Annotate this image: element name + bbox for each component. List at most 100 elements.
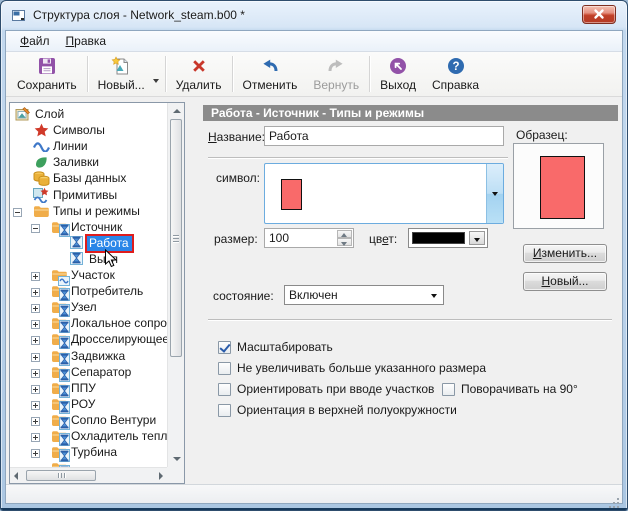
tree-item-Узел[interactable]: Узел <box>11 299 167 315</box>
color-label: цвет: <box>369 232 397 246</box>
chevron-down-icon[interactable] <box>153 79 159 83</box>
tree-item-label[interactable]: Сепаратор <box>69 365 134 380</box>
expand-plus-icon[interactable] <box>31 399 40 408</box>
checkbox-label: Не увеличивать больше указанного размера <box>237 361 486 375</box>
tree-item-Задвижка[interactable]: Задвижка <box>11 348 167 364</box>
tree-item-Базы данных[interactable]: Базы данных <box>11 170 167 186</box>
symbol-dropdown[interactable] <box>264 163 504 224</box>
expand-plus-icon[interactable] <box>31 383 40 392</box>
tree-item-label[interactable]: Слой <box>33 107 67 122</box>
resize-grip-icon[interactable] <box>608 489 620 501</box>
scroll-up-icon[interactable] <box>173 109 181 113</box>
checkbox[interactable] <box>218 404 231 417</box>
tree-item-label[interactable]: Охладитель тепл <box>69 429 167 444</box>
tree-item-label[interactable]: Линии <box>51 139 91 154</box>
tree-item-ППУ[interactable]: ППУ <box>11 380 167 396</box>
expand-plus-icon[interactable] <box>31 270 40 279</box>
tree-item-Потребитель[interactable]: Потребитель <box>11 283 167 299</box>
tree-item-РОУ[interactable]: РОУ <box>11 396 167 412</box>
edit-button[interactable]: Изменить... <box>523 244 607 263</box>
layer-tree[interactable]: СлойСимволыЛинииЗаливкиБазы данных Примит… <box>9 102 185 484</box>
tree-item-Выкл[interactable]: Выкл <box>11 251 167 267</box>
horizontal-scroll-thumb[interactable] <box>26 470 96 481</box>
tree-item-label[interactable]: Источник <box>69 220 125 235</box>
checkbox[interactable] <box>442 383 455 396</box>
menu-edit[interactable]: Правка <box>58 32 115 50</box>
folder-hourglass-icon <box>51 219 68 235</box>
color-dropdown[interactable] <box>408 228 488 248</box>
tree-item-label[interactable]: Сопло Вентури <box>69 413 159 428</box>
checkbox[interactable] <box>218 383 231 396</box>
tree-item-label[interactable]: Задвижка <box>69 349 128 364</box>
toolbar-delete-button[interactable]: Удалить <box>168 54 230 94</box>
separator <box>208 157 508 158</box>
tree-item-label[interactable]: Типы и режимы <box>51 204 143 219</box>
expand-plus-icon[interactable] <box>31 447 40 456</box>
tree-item-label[interactable]: Турбина <box>69 445 120 460</box>
toolbar-undo-button[interactable]: Отменить <box>235 54 306 94</box>
expand-plus-icon[interactable] <box>31 351 40 360</box>
tree-item-Участок[interactable]: Участок <box>11 267 167 283</box>
tree-item-Источник[interactable]: Источник <box>11 219 167 235</box>
tree-item-Символы[interactable]: Символы <box>11 122 167 138</box>
state-dropdown[interactable]: Включен <box>284 285 444 305</box>
tree-item-Дросселирующее[interactable]: Дросселирующее <box>11 331 167 347</box>
tree-item-label[interactable]: Узел <box>69 300 100 315</box>
vertical-scrollbar[interactable] <box>167 103 184 467</box>
toolbar-save-button[interactable]: Сохранить <box>9 54 85 94</box>
scroll-down-icon[interactable] <box>173 457 181 461</box>
tree-item-Локальное сопро[interactable]: Локальное сопро <box>11 315 167 331</box>
expand-plus-icon[interactable] <box>31 286 40 295</box>
new-button[interactable]: Новый... <box>523 272 607 291</box>
expand-plus-icon[interactable] <box>31 367 40 376</box>
primitives-icon <box>33 187 50 203</box>
title-bar[interactable]: Структура слоя - Network_steam.b00 * <box>1 1 627 30</box>
tree-item-Заливки[interactable]: Заливки <box>11 154 167 170</box>
horizontal-scrollbar[interactable] <box>10 467 167 483</box>
tree-item-label[interactable]: ППУ <box>69 381 99 396</box>
tree-item-Линии[interactable]: Линии <box>11 138 167 154</box>
menu-file[interactable]: Файл <box>12 32 58 50</box>
tree-item-label[interactable]: Символы <box>51 123 108 138</box>
size-stepper[interactable] <box>337 230 352 246</box>
expand-plus-icon[interactable] <box>31 431 40 440</box>
tree-item-Слой[interactable]: Слой <box>11 106 167 122</box>
checkbox[interactable] <box>218 341 231 354</box>
vertical-scroll-thumb[interactable] <box>170 119 182 357</box>
tree-item-Типы и режимы[interactable]: Типы и режимы <box>11 203 167 219</box>
scroll-right-icon[interactable] <box>159 472 163 480</box>
tree-item-label[interactable]: Примитивы <box>51 188 120 203</box>
chevron-down-icon[interactable] <box>469 231 485 245</box>
spin-down-icon[interactable] <box>337 238 352 246</box>
toolbar-new-button[interactable]: Новый... <box>90 54 153 94</box>
tree-item-label[interactable]: РОУ <box>69 397 98 412</box>
expand-minus-icon[interactable] <box>31 222 40 231</box>
tree-item-label[interactable]: Заливки <box>51 155 102 170</box>
toolbar-help-button[interactable]: ?Справка <box>424 54 487 94</box>
checkbox[interactable] <box>218 362 231 375</box>
spin-up-icon[interactable] <box>337 230 352 238</box>
tree-item-Работа[interactable]: Работа <box>11 235 167 251</box>
tree-item-Турбина[interactable]: Турбина <box>11 444 167 460</box>
tree-item-Примитивы[interactable]: Примитивы <box>11 187 167 203</box>
tree-item-label[interactable]: Базы данных <box>51 171 129 186</box>
tree-item-partial[interactable] <box>11 460 167 467</box>
close-button[interactable] <box>582 5 616 24</box>
scroll-left-icon[interactable] <box>14 472 18 480</box>
toolbar-exit-button[interactable]: Выход <box>372 54 424 94</box>
expand-plus-icon[interactable] <box>31 318 40 327</box>
tree-item-label[interactable]: Участок <box>69 268 118 283</box>
name-input[interactable]: Работа <box>264 126 504 146</box>
tree-item-label[interactable]: Дросселирующее <box>69 332 167 347</box>
tree-item-Сопло Вентури[interactable]: Сопло Вентури <box>11 412 167 428</box>
expand-plus-icon[interactable] <box>31 415 40 424</box>
expand-plus-icon[interactable] <box>31 302 40 311</box>
tree-item-label[interactable]: Локальное сопро <box>69 316 167 331</box>
expand-minus-icon[interactable] <box>13 206 22 215</box>
tree-item-Сепаратор[interactable]: Сепаратор <box>11 364 167 380</box>
expand-plus-icon[interactable] <box>31 334 40 343</box>
size-input[interactable]: 100 <box>264 228 354 248</box>
tree-item-label[interactable]: Потребитель <box>69 284 146 299</box>
tree-item-Охладитель тепл[interactable]: Охладитель тепл <box>11 428 167 444</box>
chevron-down-icon[interactable] <box>486 164 503 223</box>
